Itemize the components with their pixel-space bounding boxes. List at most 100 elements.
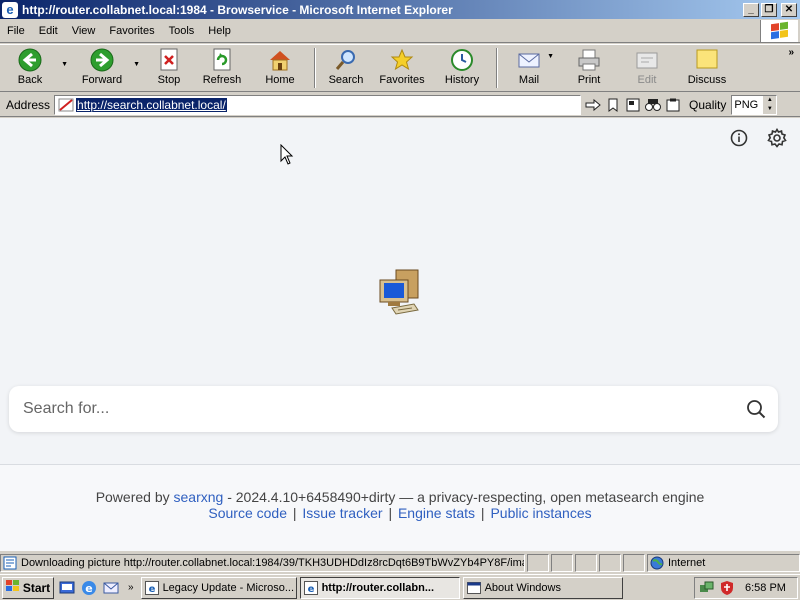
outlook-icon[interactable] [102,579,120,597]
svg-text:e: e [85,582,92,595]
history-icon [450,48,474,72]
ie-icon[interactable]: e [80,579,98,597]
task-about-windows[interactable]: About Windows [462,576,623,599]
go-arrow-icon[interactable] [583,95,603,115]
mail-dropdown-icon[interactable]: ▼ [547,53,554,60]
ie-icon: e [2,1,18,18]
quick-launch: e » [58,579,138,597]
search-box [9,386,778,432]
task-browservice[interactable]: e http://router.collabn... [299,576,460,599]
status-text: Downloading picture http://router.collab… [21,557,525,569]
ie-icon: e [303,580,318,595]
footer-link-engine-stats[interactable]: Engine stats [398,505,475,521]
toolbar-separator [496,48,498,88]
edit-label: Edit [637,74,657,86]
quality-value: PNG [734,98,759,111]
minimize-button[interactable]: _ [743,2,759,17]
task-label: http://router.collabn... [321,581,435,594]
favorites-button[interactable]: Favorites [370,45,434,91]
discuss-label: Discuss [687,74,727,86]
footer-separator: | [388,505,393,521]
menu-edit[interactable]: Edit [32,25,65,37]
maximize-button[interactable]: ❐ [761,2,777,17]
info-icon[interactable] [728,127,750,149]
network-icon[interactable] [699,580,715,596]
status-pane [599,554,621,572]
bookmark-icon[interactable] [603,95,623,115]
show-desktop-icon[interactable] [58,579,76,597]
footer-link-issue-tracker[interactable]: Issue tracker [302,505,382,521]
clipboard-icon[interactable] [663,95,683,115]
ie-icon: e [144,580,159,595]
refresh-button[interactable]: Refresh [192,45,252,91]
menu-help[interactable]: Help [201,25,238,37]
address-bar: Address http://search.collabnet.local/ Q… [0,93,800,117]
search-input[interactable] [9,389,734,429]
address-label: Address [6,97,51,112]
refresh-icon [210,48,234,72]
forward-icon [90,48,114,72]
footer-link-source-code[interactable]: Source code [208,505,287,521]
quality-select[interactable]: PNG ▲ ▼ [731,94,778,115]
forward-button[interactable]: Forward ▼ [74,45,140,91]
status-zone: Internet [647,554,800,572]
menu-file[interactable]: File [0,25,32,37]
print-icon [577,48,601,72]
footer-powered-by: Powered by [95,489,170,505]
discuss-button[interactable]: Discuss [680,45,734,91]
toolbar-overflow-icon[interactable]: » [788,47,794,58]
home-button[interactable]: Home [252,45,308,91]
windows-flag-icon [760,19,798,42]
mail-label: Mail [518,74,540,86]
window-title: http://router.collabnet.local:1984 - Bro… [22,2,453,17]
stop-icon [157,48,181,72]
home-icon [268,48,292,72]
start-button[interactable]: Start [2,576,54,599]
globe-icon [650,556,664,570]
window-icon [466,581,481,595]
find-icon[interactable] [643,95,663,115]
footer-separator: | [292,505,297,521]
forward-dropdown-icon[interactable]: ▼ [133,61,140,68]
history-button[interactable]: History [434,45,490,91]
quality-spinner-icon[interactable]: ▲ ▼ [763,95,777,114]
back-dropdown-icon[interactable]: ▼ [61,61,68,68]
page-icon[interactable] [623,95,643,115]
svg-text:e: e [307,584,314,595]
system-tray: 6:58 PM [694,577,798,599]
back-label: Back [17,74,43,86]
magnifier-icon[interactable] [734,387,778,431]
back-button[interactable]: Back ▼ [2,45,68,91]
windows-flag-icon [5,580,20,595]
search-icon [334,48,358,72]
shield-icon[interactable] [719,580,735,596]
status-pane [551,554,573,572]
mail-button[interactable]: Mail ▼ [504,45,554,91]
stop-button[interactable]: Stop [146,45,192,91]
status-pane [575,554,597,572]
close-button[interactable]: ✕ [781,2,797,17]
address-url[interactable]: http://search.collabnet.local/ [76,97,227,112]
footer-searxng-link[interactable]: searxng [174,489,224,505]
footer-link-public-instances[interactable]: Public instances [490,505,591,521]
search-toolbar-button[interactable]: Search [322,45,370,91]
print-label: Print [577,74,601,86]
favorites-icon [390,48,414,72]
home-label: Home [265,74,295,86]
edit-button[interactable]: Edit [614,45,680,91]
quick-launch-overflow-icon[interactable]: » [128,582,134,593]
toolbar-separator [314,48,316,88]
task-legacy-update[interactable]: e Legacy Update - Microso... [140,576,297,599]
gear-icon[interactable] [766,127,788,149]
menu-tools[interactable]: Tools [162,25,202,37]
menu-view[interactable]: View [65,25,103,37]
menu-favorites[interactable]: Favorites [102,25,161,37]
print-button[interactable]: Print [564,45,614,91]
taskbar: Start e » e Legacy Update - Microso... e… [0,574,800,600]
search-label: Search [328,74,364,86]
zone-label: Internet [668,557,706,569]
footer: Powered by searxng - 2024.4.10+6458490+d… [0,465,800,551]
task-label: Legacy Update - Microso... [162,581,295,594]
address-field[interactable]: http://search.collabnet.local/ [54,94,582,115]
favorites-label: Favorites [379,74,425,86]
